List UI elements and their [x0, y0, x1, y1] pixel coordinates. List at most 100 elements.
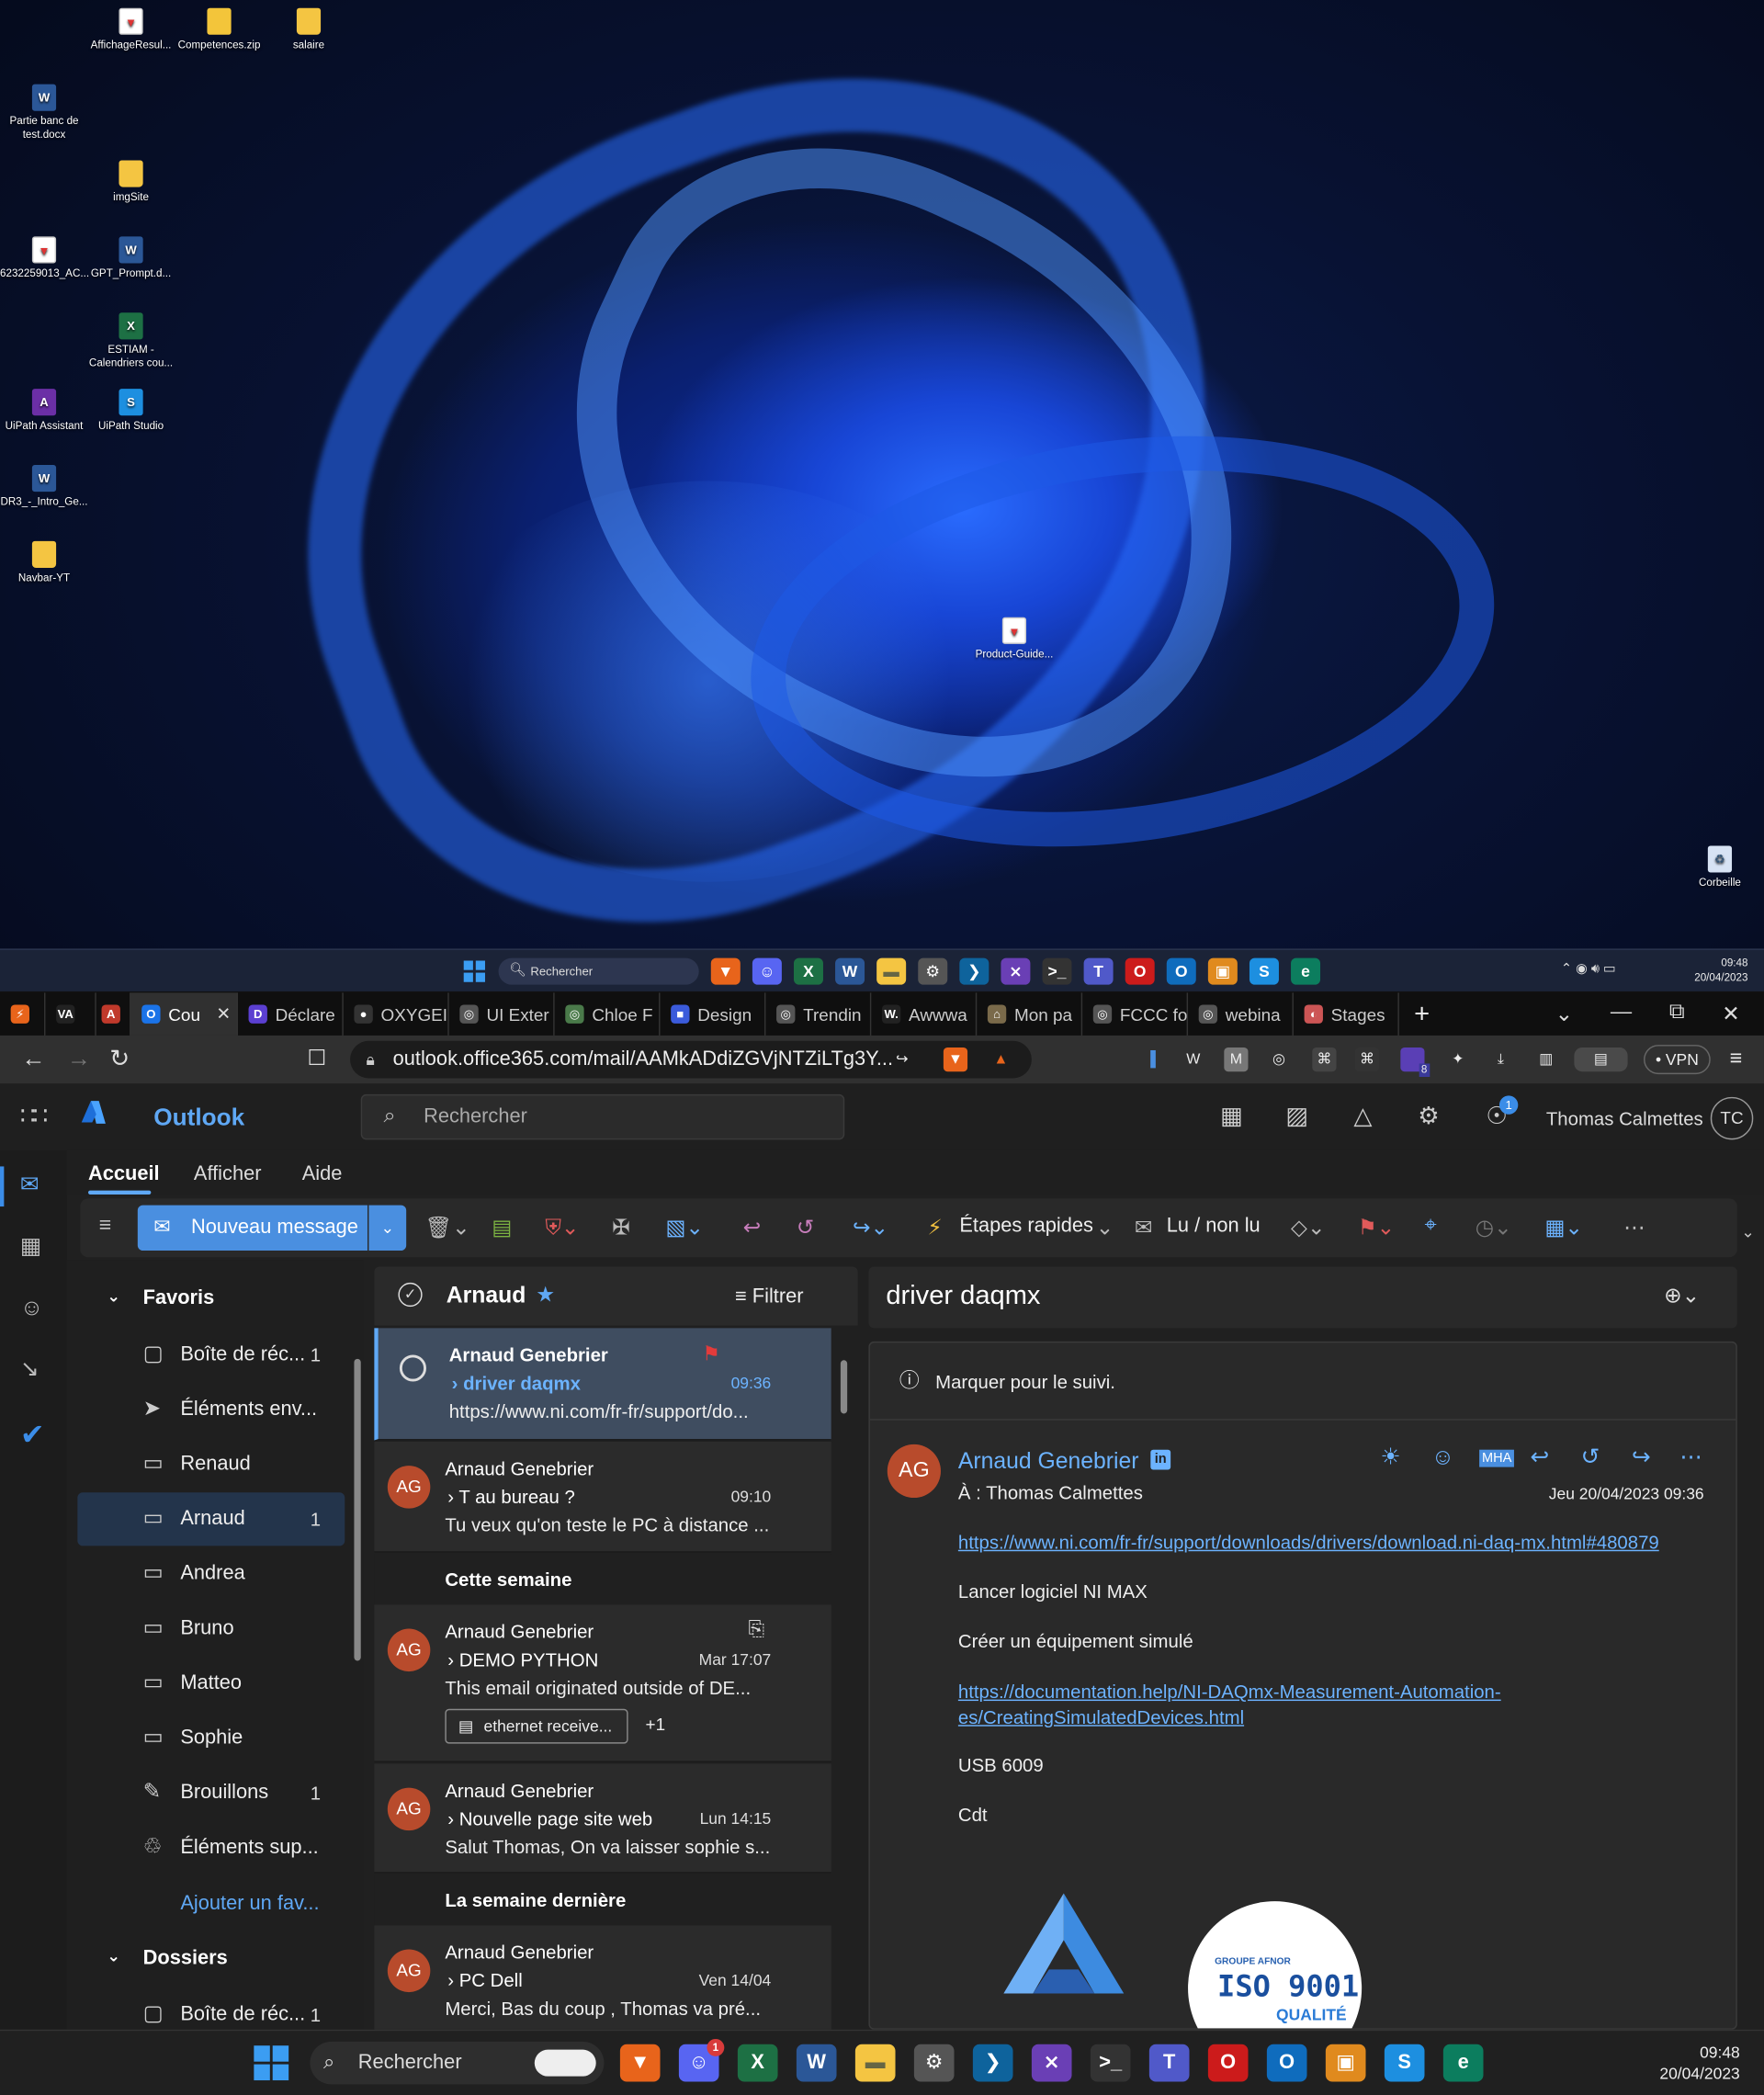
tab-aide[interactable]: Aide — [302, 1162, 343, 1185]
visual-studio-icon[interactable]: ⨯ — [1001, 957, 1031, 985]
teams-meeting-icon[interactable]: ▦ — [1220, 1103, 1243, 1131]
move-to-icon[interactable]: ▧⌄ — [665, 1215, 703, 1241]
restore-icon[interactable]: ⧉ — [1669, 1001, 1685, 1027]
tray-clock[interactable]: 09:48 20/04/2023 — [1694, 956, 1747, 985]
tab-webinar[interactable]: ◎ webina — [1188, 992, 1294, 1036]
zoom-icon[interactable]: ⊕⌄ — [1664, 1283, 1700, 1309]
more-options-icon[interactable]: ⋯ — [1623, 1215, 1645, 1241]
teams-icon[interactable]: T — [1148, 2044, 1190, 2082]
back-icon[interactable]: ← — [21, 1045, 45, 1073]
add-favorite-link[interactable]: Ajouter un fav... — [180, 1892, 319, 1915]
wallet-icon[interactable]: ▤ — [1574, 1048, 1628, 1072]
attachment-chip[interactable]: ▤ ethernet receive... — [445, 1708, 628, 1744]
message-item[interactable]: Arnaud Genebrier ⚑ › driver daqmx 09:36 … — [374, 1328, 831, 1441]
quick-steps-chevron-icon[interactable]: ⌄ — [1096, 1215, 1114, 1241]
outlook-brand[interactable]: Outlook — [153, 1104, 244, 1132]
desktop-icon-affichage[interactable]: ▼ AffichageResul... — [87, 7, 175, 52]
forward-icon[interactable]: ↪⌄ — [853, 1215, 888, 1241]
close-tab-icon[interactable]: ✕ — [216, 1003, 231, 1025]
bookmark-icon[interactable]: ☐ — [308, 1045, 327, 1071]
opera-icon[interactable]: O — [1125, 957, 1155, 985]
mail-icon[interactable]: ✉ — [20, 1172, 40, 1198]
avatar[interactable]: TC — [1710, 1096, 1754, 1140]
read-unread-icon[interactable]: ✉ — [1135, 1215, 1152, 1241]
favorites-header[interactable]: ⌄ Favoris — [77, 1286, 214, 1309]
edge-icon[interactable]: e — [1442, 2044, 1484, 2082]
star-icon[interactable]: ★ — [536, 1281, 555, 1308]
start-button[interactable] — [463, 960, 485, 982]
tab-stages[interactable]: ◐ Stages — [1294, 992, 1399, 1036]
desktop-icon-salaire[interactable]: salaire — [265, 7, 353, 52]
read-unread-button[interactable]: Lu / non lu — [1167, 1215, 1261, 1238]
rules-icon[interactable]: ▦⌄ — [1544, 1215, 1582, 1241]
taskbar-search[interactable]: 🔍︎ Rechercher — [498, 957, 699, 985]
bell-icon[interactable]: △ — [1353, 1103, 1372, 1131]
documentation-link[interactable]: https://documentation.help/NI-DAQmx-Meas… — [958, 1680, 1501, 1705]
forward-icon[interactable]: ↪ — [1632, 1444, 1651, 1471]
new-message-button[interactable]: ✉ Nouveau message — [137, 1205, 368, 1251]
outlook-icon[interactable]: O — [1166, 957, 1196, 985]
ribbon-expand-icon[interactable]: ⌄ — [1741, 1223, 1755, 1241]
select-all-icon[interactable]: ✓ — [398, 1282, 423, 1308]
uipath-icon[interactable]: S — [1384, 2044, 1425, 2082]
folder-renaud[interactable]: ▭ Renaud — [77, 1438, 345, 1491]
teams-icon[interactable]: T — [1083, 957, 1114, 985]
edge-icon[interactable]: e — [1291, 957, 1321, 985]
folders-header[interactable]: ⌄ Dossiers — [77, 1947, 227, 1970]
tab-outlook[interactable]: O Cou ✕ — [130, 992, 238, 1036]
sidebar-toggle-icon[interactable]: ▥ — [1534, 1048, 1558, 1071]
linkedin-icon[interactable]: in — [1150, 1449, 1171, 1470]
start-button[interactable] — [254, 2045, 289, 2081]
more-actions-icon[interactable]: ⋯ — [1679, 1444, 1702, 1471]
people-icon[interactable]: ☺ — [20, 1295, 43, 1321]
discord-icon[interactable]: ☺ — [752, 957, 782, 985]
brave-icon[interactable]: ▼ — [710, 957, 741, 985]
word-icon[interactable]: W — [796, 2044, 837, 2082]
message-item[interactable]: AG Arnaud Genebrier › Nouvelle page site… — [374, 1763, 831, 1874]
attachment-icon[interactable]: ↘ — [20, 1356, 40, 1383]
extension-glasses-icon[interactable]: ◎ — [1267, 1048, 1291, 1071]
folder-andrea[interactable]: ▭ Andrea — [77, 1547, 345, 1601]
folder-scrollbar[interactable] — [354, 1358, 361, 1661]
snip-icon[interactable]: ▣ — [1325, 2044, 1366, 2082]
tray-clock[interactable]: 09:48 20/04/2023 — [1659, 2042, 1739, 2085]
tab-pinned-2[interactable]: VA — [45, 992, 96, 1036]
vpn-button[interactable]: • VPN — [1644, 1045, 1711, 1075]
extension-badge-icon[interactable]: 8 — [1400, 1048, 1430, 1078]
snip-icon[interactable]: ▣ — [1207, 957, 1238, 985]
snooze-icon[interactable]: ◷⌄ — [1476, 1215, 1512, 1241]
folder-sophie[interactable]: ▭ Sophie — [77, 1712, 345, 1765]
word-icon[interactable]: W — [835, 957, 865, 985]
tab-search-chevron-icon[interactable]: ⌄ — [1555, 1001, 1573, 1027]
desktop-icon-product-guide[interactable]: ▼ Product-Guide... — [970, 617, 1058, 662]
archive-icon[interactable]: ▤ — [492, 1215, 512, 1241]
tab-chloe[interactable]: ◎ Chloe F — [555, 992, 661, 1036]
share-icon[interactable]: ↪ — [890, 1048, 914, 1071]
reply-icon[interactable]: ↩ — [1530, 1444, 1549, 1471]
folder-bruno[interactable]: ▭ Bruno — [77, 1602, 345, 1655]
brave-rewards-icon[interactable]: ▲ — [989, 1048, 1012, 1071]
sweep-icon[interactable]: ✠ — [612, 1215, 629, 1241]
mha-addin-icon[interactable]: MHA — [1479, 1449, 1515, 1467]
uipath-icon[interactable]: S — [1249, 957, 1279, 985]
collapse-menu-icon[interactable]: ≡ — [99, 1215, 112, 1239]
message-item[interactable]: AG Arnaud Genebrier › PC Dell Ven 14/04 … — [374, 1925, 831, 2030]
extensions-puzzle-icon[interactable]: ✦ — [1446, 1048, 1470, 1071]
desktop-icon-competences[interactable]: Competences.zip — [175, 7, 264, 52]
flag-icon[interactable]: ⚑⌄ — [1358, 1215, 1395, 1241]
opera-icon[interactable]: O — [1207, 2044, 1249, 2082]
tab-declare[interactable]: D Déclare — [238, 992, 344, 1036]
outlook-icon[interactable]: O — [1266, 2044, 1307, 2082]
vscode-icon[interactable]: ❯ — [972, 2044, 1013, 2082]
download-icon[interactable]: ⤓ — [1488, 1048, 1512, 1071]
brave-shields-icon[interactable]: ▼ — [943, 1048, 968, 1072]
close-window-icon[interactable]: ✕ — [1722, 1001, 1739, 1027]
settings-icon[interactable]: ⚙ — [913, 2044, 955, 2082]
tray-icons[interactable]: ⌃ ◉ 🔊︎ ▭ — [1561, 962, 1616, 977]
extension-m-icon[interactable]: M — [1224, 1048, 1249, 1072]
documentation-link[interactable]: es/CreatingSimulatedDevices.html — [958, 1704, 1244, 1730]
visual-studio-icon[interactable]: ⨯ — [1031, 2044, 1072, 2082]
extension-cmd-icon[interactable]: ⌘ — [1354, 1048, 1380, 1072]
extension-ai-icon[interactable]: ⌘ — [1312, 1048, 1337, 1072]
desktop-icon-6232259013[interactable]: ▼ 6232259013_AC... — [0, 236, 89, 280]
